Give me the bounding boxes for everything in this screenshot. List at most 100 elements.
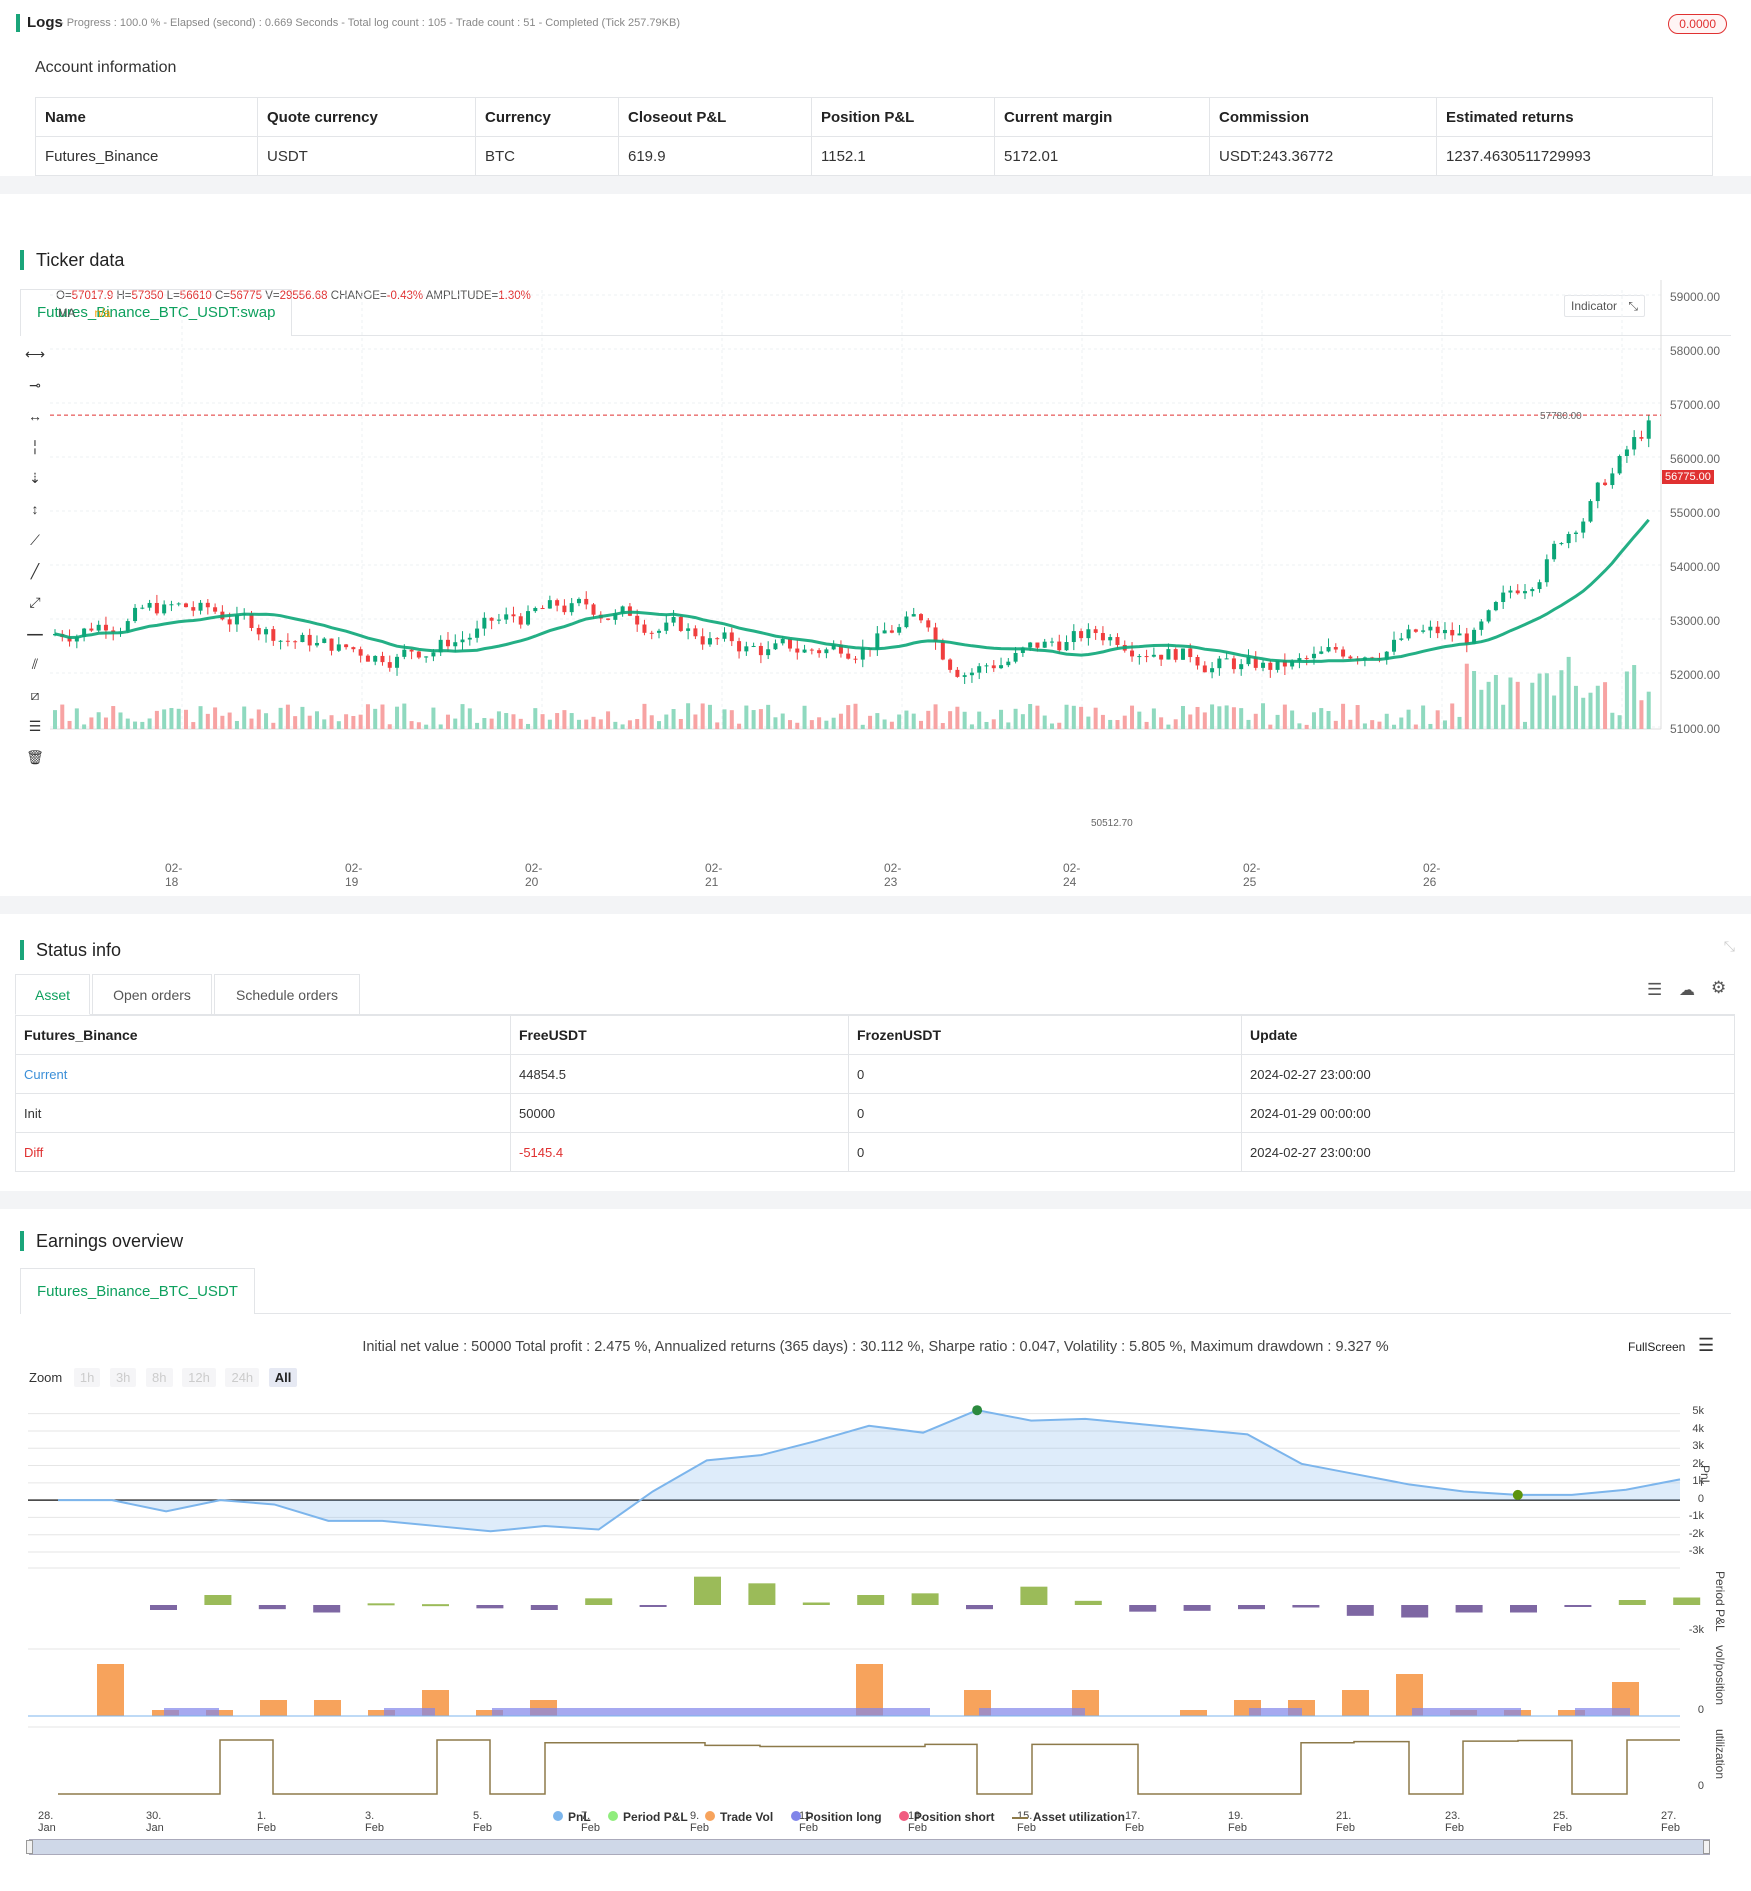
navigator-handle-right[interactable] — [1703, 1840, 1710, 1854]
fib-tool-icon[interactable]: ⧄ — [24, 687, 46, 718]
volume-bar — [1639, 700, 1643, 729]
x-tick: 02-20 — [525, 861, 542, 889]
candle-body — [68, 637, 72, 641]
price-range-tool-icon[interactable]: ▁▁ — [24, 625, 46, 656]
volume-bar — [1385, 714, 1389, 729]
navigator-scrollbar[interactable] — [29, 1839, 1710, 1855]
cloud-download-icon[interactable]: ☁ — [1679, 980, 1695, 1000]
legend-item-period-pnl[interactable]: Period P&L — [608, 1810, 688, 1824]
y-tick: 59000.00 — [1670, 290, 1720, 304]
gear-icon[interactable]: ⚙ — [1711, 978, 1726, 998]
volume-bar — [1428, 724, 1432, 729]
x-tick: 02-26 — [1423, 861, 1440, 889]
h-value: 57350 — [131, 290, 163, 302]
horizontal-line-tool-icon[interactable]: ⟷ — [24, 346, 46, 377]
collapse-icon[interactable]: ⤡ — [1724, 938, 1735, 955]
indicator-button[interactable]: Indicator ⤡ — [1564, 295, 1645, 317]
y-tick: 52000.00 — [1670, 668, 1720, 682]
candle-body — [344, 644, 348, 647]
candle-body — [191, 607, 195, 611]
trash-icon[interactable]: 🗑 — [24, 749, 46, 780]
tab-open-orders[interactable]: Open orders — [92, 974, 212, 1015]
navigator-handle-left[interactable] — [26, 1840, 33, 1854]
axis-label-util: utilization — [1713, 1729, 1727, 1779]
volume-bar — [1021, 714, 1025, 729]
volume-bar — [1108, 720, 1112, 729]
asset-table: Futures_Binance FreeUSDT FrozenUSDT Upda… — [15, 1015, 1735, 1172]
candle-body — [948, 660, 952, 670]
legend-item-pnl[interactable]: PnL — [553, 1810, 591, 1824]
y-tick: 57000.00 — [1670, 398, 1720, 412]
legend-item-trade-vol[interactable]: Trade Vol — [705, 1810, 773, 1824]
volume-bar — [781, 714, 785, 729]
volume-bar — [1006, 722, 1010, 729]
volume-bar — [635, 719, 639, 729]
candle-body — [271, 629, 275, 641]
candle-body — [1523, 591, 1527, 593]
vertical-line-tool-icon[interactable]: ╎ — [24, 439, 46, 470]
volume-bar — [1101, 715, 1105, 729]
trade-vol-bar — [314, 1700, 341, 1716]
volume-bar — [97, 712, 101, 729]
asset-cell: 2024-02-27 23:00:00 — [1242, 1055, 1735, 1094]
candle-body — [53, 634, 57, 635]
candle-body — [220, 612, 224, 620]
volume-bar — [1596, 686, 1600, 729]
period-pnl-bar — [531, 1605, 558, 1610]
l-value: 56610 — [180, 290, 212, 302]
ma-legend: MA n/a — [58, 308, 110, 320]
candle-body — [817, 650, 821, 653]
candle-body — [1072, 631, 1076, 642]
pnl-y-tick: -1k — [1689, 1510, 1704, 1522]
l-label: L= — [167, 290, 180, 302]
legend-item-position-long[interactable]: Position long — [791, 1810, 882, 1824]
earnings-chart[interactable] — [0, 1209, 1751, 1891]
period-pnl-bar — [803, 1603, 830, 1606]
vertical-ray-tool-icon[interactable]: ⇣ — [24, 470, 46, 501]
volume-bar — [679, 719, 683, 729]
candle-body — [570, 603, 574, 612]
volume-bar — [75, 708, 79, 729]
volume-bar — [468, 708, 472, 729]
status-title: Status info — [20, 940, 121, 960]
trend-line-tool-icon[interactable]: ⟋ — [24, 532, 46, 563]
legend-item-asset-utilization[interactable]: Asset utilization — [1012, 1810, 1125, 1824]
tab-schedule-orders[interactable]: Schedule orders — [214, 974, 360, 1015]
asset-cell-link[interactable]: Current — [16, 1055, 511, 1094]
legend-item-position-short[interactable]: Position short — [899, 1810, 995, 1824]
volume-bar — [839, 714, 843, 729]
candle-body — [773, 643, 777, 649]
legend-label: Position short — [914, 1810, 995, 1824]
candle-body — [1487, 610, 1491, 621]
parallel-channel-tool-icon[interactable]: ⫽ — [24, 656, 46, 687]
volume-bar — [490, 719, 494, 729]
candle-body — [526, 611, 530, 624]
x-tick: 02-24 — [1063, 861, 1080, 889]
volume-bar — [1283, 705, 1287, 729]
volume-bar — [795, 723, 799, 729]
tab-asset[interactable]: Asset — [15, 974, 90, 1015]
lines-tool-icon[interactable]: ☰ — [24, 718, 46, 749]
amp-value: 1.30% — [498, 290, 531, 302]
earnings-x-tick: 17. Feb — [1125, 1810, 1144, 1834]
volume-bar — [955, 707, 959, 729]
candle-body — [533, 608, 537, 611]
volume-bar — [1414, 725, 1418, 729]
candle-body — [1501, 593, 1505, 602]
account-cell: Futures_Binance — [36, 137, 258, 176]
expand-icon[interactable]: ⤡ — [1628, 299, 1638, 313]
legend-dot-icon — [705, 1811, 715, 1821]
candle-body — [279, 641, 283, 642]
candle-body — [133, 608, 137, 621]
ray-tool-icon[interactable]: ╱ — [24, 563, 46, 594]
volume-bar — [344, 714, 348, 729]
horizontal-ray-tool-icon[interactable]: ⊸ — [24, 377, 46, 408]
list-icon[interactable]: ☰ — [1647, 980, 1662, 1000]
segment-tool-icon[interactable]: ⤢ — [24, 594, 46, 625]
vertical-segment-tool-icon[interactable]: ↕ — [24, 501, 46, 532]
candle-body — [1508, 590, 1512, 592]
period-pnl-bar — [1184, 1605, 1211, 1611]
candle-body — [1181, 648, 1185, 659]
account-header: Currency — [476, 98, 619, 137]
extended-line-tool-icon[interactable]: ↔ — [24, 408, 46, 439]
